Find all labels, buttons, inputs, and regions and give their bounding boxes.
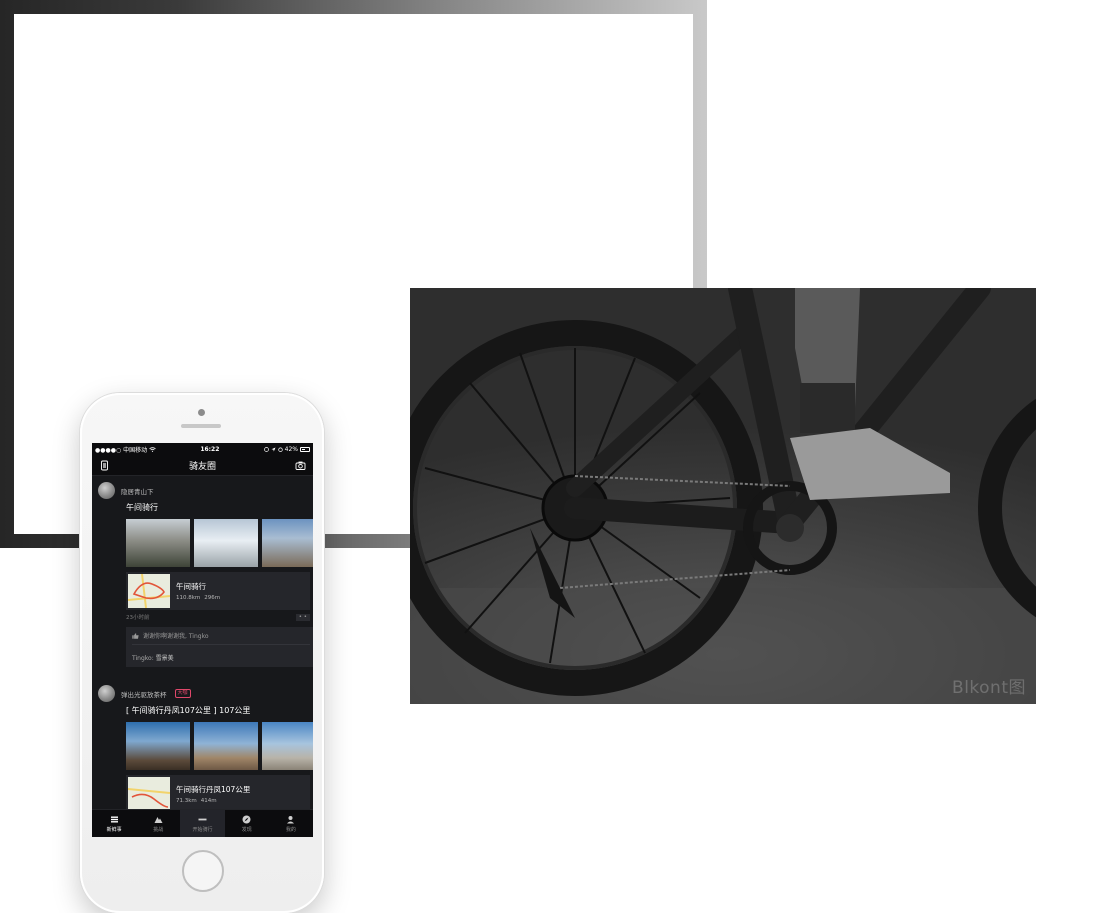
likes-text: 谢谢你啊谢谢我, Tingko: [143, 633, 209, 640]
activity-feed[interactable]: 隐居青山下 午间骑行 午间骑行 110.8km 296m 23小时前 • • 谢…: [92, 476, 313, 811]
phone-mockup: ●●●●○ 中国移动 16:22 42% 骑友圈 隐居青山下 午间骑行 午间骑行…: [80, 393, 324, 913]
tab-label: 挑战: [153, 826, 164, 833]
wifi-icon: [149, 446, 156, 452]
post-username[interactable]: 弹出光驱放茶杯: [121, 689, 167, 699]
ride-elevation: 414m: [200, 798, 217, 804]
home-button[interactable]: [182, 850, 224, 892]
post-photo[interactable]: [194, 722, 258, 770]
ride-summary-card[interactable]: 午间骑行丹凤107公里 71.3km 414m: [126, 775, 310, 811]
battery-percent: 42%: [284, 445, 298, 453]
tab-label: 发现: [241, 826, 252, 833]
user-icon: [287, 815, 295, 823]
post-photo[interactable]: [262, 519, 313, 567]
tab-challenge[interactable]: 挑战: [136, 810, 180, 837]
list-icon: [110, 816, 118, 822]
ride-stats: 110.8km 296m: [176, 595, 220, 601]
route-line: [128, 788, 170, 808]
minus-icon: [198, 818, 207, 820]
ride-title: 午间骑行: [176, 582, 206, 591]
ride-summary-card[interactable]: 午间骑行 110.8km 296m: [126, 572, 310, 610]
post-photos: [126, 519, 313, 567]
route-line: [128, 574, 170, 608]
post-photo[interactable]: [262, 722, 313, 770]
avatar[interactable]: [98, 482, 115, 499]
tab-label: 开始骑行: [192, 826, 213, 833]
phone-camera: [198, 409, 205, 416]
clock: 16:22: [200, 445, 220, 453]
post-photo[interactable]: [194, 519, 258, 567]
battery-icon: [299, 446, 310, 452]
route-map-thumbnail: [128, 777, 170, 811]
tab-news[interactable]: 新鲜事: [92, 810, 136, 837]
phone-screen: ●●●●○ 中国移动 16:22 42% 骑友圈 隐居青山下 午间骑行 午间骑行…: [92, 443, 313, 837]
ride-stats: 71.3km 414m: [176, 798, 250, 804]
ride-distance: 71.3km: [176, 798, 197, 804]
comment-author[interactable]: Tingko:: [132, 655, 154, 662]
location-arrow-icon: [271, 447, 276, 451]
wristwatch-icon[interactable]: [99, 460, 110, 471]
feed-post[interactable]: 弹出光驱放茶杯 大咖 [ 午间骑行丹凤107公里 ] 107公里 午间骑行丹凤1…: [92, 671, 313, 811]
feed-post[interactable]: 隐居青山下 午间骑行 午间骑行 110.8km 296m 23小时前 • • 谢…: [92, 476, 313, 671]
photo-watermark: Blkont图: [952, 678, 1026, 698]
camera-icon[interactable]: [295, 460, 306, 471]
likes-row: 谢谢你啊谢谢我, Tingko: [132, 631, 310, 645]
avatar[interactable]: [98, 685, 115, 702]
carrier-label: ●●●●○ 中国移动: [95, 446, 148, 454]
status-bar: ●●●●○ 中国移动 16:22 42%: [92, 443, 313, 455]
alarm-icon: [277, 447, 283, 452]
bicycle-illustration: [410, 288, 1036, 704]
post-username[interactable]: 隐居青山下: [121, 486, 154, 496]
bottom-tab-bar: 新鲜事 挑战 开始骑行 发现 我的: [92, 809, 313, 837]
mountain-icon: [154, 816, 163, 823]
post-photo[interactable]: [126, 519, 190, 567]
thumbs-up-icon: [132, 632, 139, 639]
status-badge: 大咖: [174, 689, 191, 698]
comment[interactable]: Tingko: 雪景美: [132, 653, 310, 662]
tab-discover[interactable]: 发现: [225, 810, 269, 837]
comment-text: 雪景美: [155, 655, 174, 662]
post-photo[interactable]: [126, 722, 190, 770]
bicycle-photo: Blkont图: [410, 288, 1036, 704]
tab-label: 我的: [285, 826, 296, 833]
more-options-button[interactable]: • •: [295, 613, 310, 621]
app-header: 骑友圈: [92, 455, 313, 476]
route-map-thumbnail: [128, 574, 170, 608]
post-time: 23小时前: [126, 615, 150, 621]
lock-rotation-icon: [263, 446, 269, 452]
post-photos: [126, 722, 313, 770]
ride-elevation: 296m: [204, 595, 221, 601]
comments-box: 谢谢你啊谢谢我, Tingko Tingko: 雪景美: [126, 627, 313, 667]
tab-profile[interactable]: 我的: [269, 810, 313, 837]
tab-start-ride[interactable]: 开始骑行: [180, 810, 225, 837]
page-title: 骑友圈: [188, 461, 216, 472]
compass-icon: [242, 815, 251, 823]
post-title: 午间骑行: [126, 503, 158, 512]
tab-label: 新鲜事: [106, 826, 122, 833]
ride-title: 午间骑行丹凤107公里: [176, 785, 251, 794]
ride-distance: 110.8km: [176, 595, 201, 601]
phone-speaker: [181, 424, 221, 428]
post-title: [ 午间骑行丹凤107公里 ] 107公里: [126, 706, 251, 715]
